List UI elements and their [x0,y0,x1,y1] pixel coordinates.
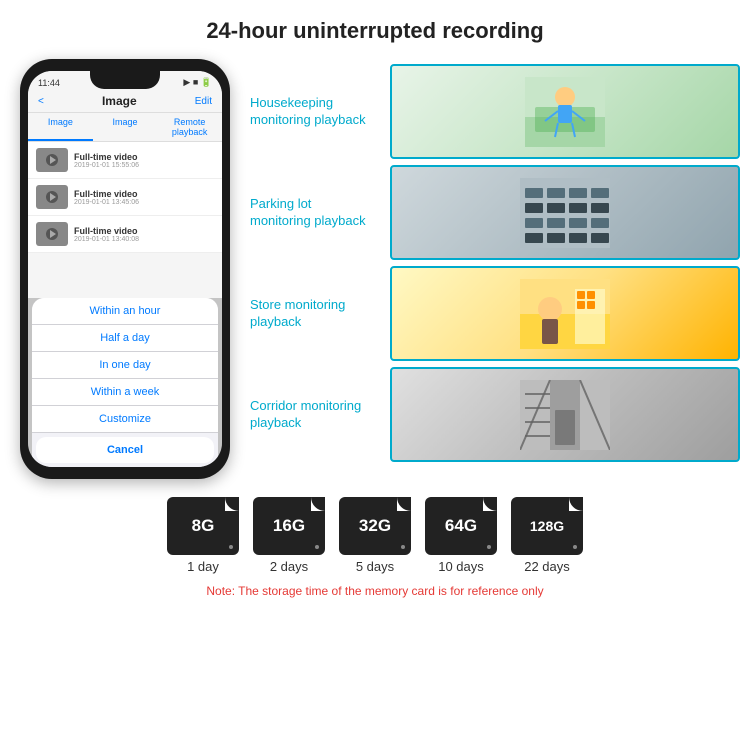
sdcard-icon-8g: 8G [167,497,239,555]
phone-icons: ▶ ■ 🔋 [183,77,212,88]
phone-tab-remote[interactable]: Remote playback [157,113,222,141]
sdcard-capacity-128g: 128G [530,518,564,534]
sdcard-capacity-16g: 16G [273,516,305,536]
sdcard-dot [487,545,491,549]
sdcard-notch [397,497,411,511]
dropdown-item-halfday[interactable]: Half a day [32,325,218,352]
sdcard-icon-128g: 128G [511,497,583,555]
monitoring-photo-housekeeping [390,64,740,159]
sdcard-capacity-64g: 64G [445,516,477,536]
phone-app-header: < Image Edit [28,90,222,113]
sdcard-item-128g: 128G 22 days [511,497,583,574]
arrow-icon [390,409,392,421]
phone-tab-image2[interactable]: Image [93,113,158,141]
sdcard-section: 8G 1 day 16G 2 days 32G 5 days [0,487,750,603]
phone-body: 11:44 ▶ ■ 🔋 < Image Edit Image Image Rem… [20,59,230,479]
video-info-1: Full-time video 2019-01-01 15:55:06 [74,152,214,169]
note-text: Note: The storage time of the memory car… [206,584,543,598]
sdcard-capacity-32g: 32G [359,516,391,536]
video-title-3: Full-time video [74,226,214,236]
monitoring-photo-corridor [390,367,740,462]
phone-back-button[interactable]: < [38,96,44,107]
phone-screen-title: Image [102,94,137,108]
phone-tabs: Image Image Remote playback [28,113,222,142]
phone-time: 11:44 [38,78,60,88]
arrow-icon [390,308,392,320]
monitoring-label-corridor: Corridor monitoringplayback [250,398,380,432]
sdcard-notch [569,497,583,511]
sdcard-days-32g: 5 days [356,559,394,574]
sdcard-item-8g: 8G 1 day [167,497,239,574]
play-icon-2 [46,191,58,203]
monitoring-photo-store [390,266,740,361]
monitoring-section: Housekeepingmonitoring playback [250,59,740,479]
photo-placeholder-parking [392,167,738,258]
sdcard-dot [573,545,577,549]
video-date-2: 2019-01-01 13:45:06 [74,199,214,206]
sdcard-days-64g: 10 days [438,559,484,574]
photo-placeholder-housekeeping [392,66,738,157]
photo-placeholder-store [392,268,738,359]
sdcard-days-16g: 2 days [270,559,308,574]
sdcard-notch [483,497,497,511]
sdcard-item-64g: 64G 10 days [425,497,497,574]
phone-tab-image[interactable]: Image [28,113,93,141]
sdcard-dot [229,545,233,549]
video-info-2: Full-time video 2019-01-01 13:45:06 [74,189,214,206]
play-icon-1 [46,154,58,166]
sdcard-capacity-8g: 8G [192,516,215,536]
sdcard-icon-64g: 64G [425,497,497,555]
dropdown-item-oneday[interactable]: In one day [32,352,218,379]
sdcard-item-16g: 16G 2 days [253,497,325,574]
list-item[interactable]: Full-time video 2019-01-01 15:55:06 [28,142,222,179]
dropdown-item-customize[interactable]: Customize [32,406,218,433]
video-info-3: Full-time video 2019-01-01 13:40:08 [74,226,214,243]
video-date-1: 2019-01-01 15:55:06 [74,162,214,169]
sdcard-days-128g: 22 days [524,559,570,574]
list-item[interactable]: Full-time video 2019-01-01 13:45:06 [28,179,222,216]
dropdown-item-week[interactable]: Within a week [32,379,218,406]
arrow-icon [390,106,392,118]
list-item[interactable]: Full-time video 2019-01-01 13:40:08 [28,216,222,253]
phone-mockup: 11:44 ▶ ■ 🔋 < Image Edit Image Image Rem… [10,59,240,479]
sdcard-notch [311,497,325,511]
monitoring-photo-parking [390,165,740,260]
photo-placeholder-corridor [392,369,738,460]
main-content: 11:44 ▶ ■ 🔋 < Image Edit Image Image Rem… [0,59,750,479]
phone-dropdown-overlay: Within an hour Half a day In one day Wit… [28,298,222,467]
monitoring-item-parking: Parking lotmonitoring playback [250,165,740,260]
monitoring-label-store: Store monitoringplayback [250,297,380,331]
sdcard-dot [315,545,319,549]
phone-dropdown-menu: Within an hour Half a day In one day Wit… [32,298,218,467]
sdcard-notch [225,497,239,511]
monitoring-label-parking: Parking lotmonitoring playback [250,196,380,230]
video-thumb-1 [36,148,68,172]
video-title-1: Full-time video [74,152,214,162]
phone-notch [90,71,160,89]
sdcard-icon-32g: 32G [339,497,411,555]
video-date-3: 2019-01-01 13:40:08 [74,236,214,243]
sdcard-icon-16g: 16G [253,497,325,555]
sdcard-days-8g: 1 day [187,559,219,574]
sdcard-dot [401,545,405,549]
phone-screen: 11:44 ▶ ■ 🔋 < Image Edit Image Image Rem… [28,71,222,467]
page-title: 24-hour uninterrupted recording [0,0,750,54]
monitoring-label-housekeeping: Housekeepingmonitoring playback [250,95,380,129]
sdcard-item-32g: 32G 5 days [339,497,411,574]
play-icon-3 [46,228,58,240]
video-thumb-2 [36,185,68,209]
sdcard-row: 8G 1 day 16G 2 days 32G 5 days [167,497,583,574]
monitoring-item-corridor: Corridor monitoringplayback [250,367,740,462]
phone-video-list: Full-time video 2019-01-01 15:55:06 Full… [28,142,222,253]
dropdown-item-hour[interactable]: Within an hour [32,298,218,325]
video-thumb-3 [36,222,68,246]
phone-edit-button[interactable]: Edit [195,96,212,107]
dropdown-cancel-button[interactable]: Cancel [36,437,214,463]
video-title-2: Full-time video [74,189,214,199]
arrow-icon [390,207,392,219]
monitoring-item-store: Store monitoringplayback [250,266,740,361]
monitoring-item-housekeeping: Housekeepingmonitoring playback [250,64,740,159]
